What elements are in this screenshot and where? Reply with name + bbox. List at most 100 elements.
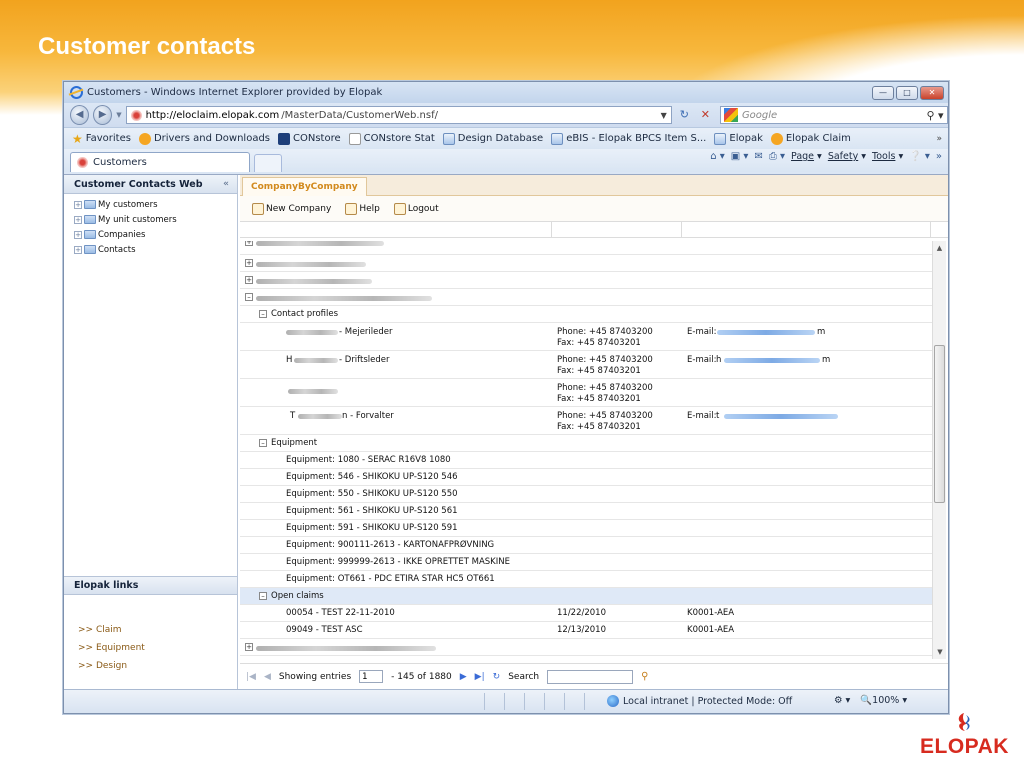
page-menu[interactable]: Page ▾ bbox=[791, 151, 822, 162]
fav-item-drivers[interactable]: Drivers and Downloads bbox=[138, 132, 270, 145]
collapse-icon[interactable]: – bbox=[259, 439, 267, 447]
fav-item-constore[interactable]: CONstore bbox=[278, 132, 341, 145]
company-row[interactable]: + bbox=[240, 241, 932, 255]
page-input[interactable] bbox=[359, 670, 384, 683]
history-dropdown-icon[interactable]: ▼ bbox=[116, 111, 121, 119]
maximize-button[interactable]: □ bbox=[896, 85, 918, 100]
equipment-row[interactable]: Equipment: 1080 - SERAC R16V8 1080 bbox=[240, 452, 932, 469]
scroll-down-icon[interactable]: ▼ bbox=[933, 645, 947, 659]
last-page-icon[interactable]: ▶| bbox=[475, 672, 485, 682]
close-button[interactable]: ✕ bbox=[920, 85, 944, 100]
fav-item-elopak[interactable]: Elopak bbox=[714, 132, 763, 145]
home-icon[interactable]: ⌂ ▾ bbox=[710, 151, 725, 162]
more-commands-icon[interactable]: » bbox=[936, 151, 942, 162]
contact-row[interactable]: H - Driftsleder Phone: +45 87403200 Fax:… bbox=[240, 351, 932, 379]
favorites-button[interactable]: ★ Favorites bbox=[72, 133, 131, 145]
tree-item-companies[interactable]: + Companies bbox=[74, 227, 237, 242]
more-favorites-icon[interactable]: » bbox=[936, 134, 948, 144]
grid-search-input[interactable] bbox=[547, 669, 634, 684]
collapse-icon[interactable]: – bbox=[259, 592, 267, 600]
url-path: /MasterData/CustomerWeb.nsf/ bbox=[281, 109, 438, 121]
protected-mode-icon[interactable]: ⚙ ▾ bbox=[834, 695, 850, 706]
prev-page-icon[interactable]: ◀ bbox=[264, 672, 271, 682]
tools-menu[interactable]: Tools ▾ bbox=[872, 151, 903, 162]
url-input[interactable]: http://eloclaim.elopak.com /MasterData/C… bbox=[125, 106, 672, 124]
ie-page-icon bbox=[442, 132, 455, 145]
action-toolbar: New Company Help Logout bbox=[240, 196, 948, 222]
stop-icon[interactable]: ✕ bbox=[697, 106, 714, 124]
help-button[interactable]: Help bbox=[345, 202, 380, 215]
new-company-button[interactable]: New Company bbox=[252, 202, 331, 215]
search-icon[interactable]: ⚲ ▾ bbox=[923, 109, 947, 122]
forward-button[interactable]: ▶ bbox=[93, 105, 113, 125]
link-design[interactable]: >> Design bbox=[78, 657, 145, 675]
equipment-group-row[interactable]: – Equipment bbox=[240, 435, 932, 452]
search-input[interactable]: Google ⚲ ▾ bbox=[719, 106, 949, 124]
next-page-icon[interactable]: ▶ bbox=[460, 672, 467, 682]
link-equipment[interactable]: >> Equipment bbox=[78, 639, 145, 657]
print-icon[interactable]: ⎙ ▾ bbox=[769, 151, 785, 162]
equipment-row[interactable]: Equipment: 550 - SHIKOKU UP-S120 550 bbox=[240, 486, 932, 503]
expand-icon[interactable]: + bbox=[74, 215, 82, 224]
claim-row[interactable]: 09049 - TEST ASC 12/13/2010 K0001-AEA bbox=[240, 622, 932, 639]
tree-item-my-customers[interactable]: + My customers bbox=[74, 197, 237, 212]
expand-icon[interactable]: + bbox=[245, 276, 253, 284]
expand-icon[interactable]: + bbox=[245, 241, 253, 246]
equipment-row[interactable]: Equipment: 900111-2613 - KARTONAFPRØVNIN… bbox=[240, 537, 932, 554]
minimize-button[interactable]: — bbox=[872, 85, 894, 100]
page-content: Customer Contacts Web « + My customers + M… bbox=[64, 174, 948, 690]
company-row-expanded[interactable]: – bbox=[240, 289, 932, 306]
contact-row[interactable]: Phone: +45 87403200 Fax: +45 87403201 bbox=[240, 379, 932, 407]
logout-button[interactable]: Logout bbox=[393, 202, 439, 215]
equipment-row[interactable]: Equipment: 561 - SHIKOKU UP-S120 561 bbox=[240, 503, 932, 520]
collapse-icon[interactable]: – bbox=[259, 310, 267, 318]
tab-company-by-company[interactable]: CompanyByCompany bbox=[242, 177, 367, 196]
collapse-sidebar-icon[interactable]: « bbox=[219, 178, 233, 190]
expand-icon[interactable]: + bbox=[245, 259, 253, 267]
company-row[interactable]: + bbox=[240, 255, 932, 272]
tree-item-contacts[interactable]: + Contacts bbox=[74, 242, 237, 257]
company-row[interactable]: + bbox=[240, 272, 932, 289]
equipment-row[interactable]: Equipment: 591 - SHIKOKU UP-S120 591 bbox=[240, 520, 932, 537]
expand-icon[interactable]: + bbox=[74, 245, 82, 254]
refresh-grid-icon[interactable]: ↻ bbox=[493, 672, 501, 682]
tree-item-my-unit-customers[interactable]: + My unit customers bbox=[74, 212, 237, 227]
equipment-row[interactable]: Equipment: OT661 - PDC ETIRA STAR HC5 OT… bbox=[240, 571, 932, 588]
document-icon bbox=[348, 132, 361, 145]
scroll-thumb[interactable] bbox=[934, 345, 945, 503]
elopak-logo: ELOPAK bbox=[920, 712, 1014, 762]
scroll-up-icon[interactable]: ▲ bbox=[933, 241, 946, 255]
feeds-icon[interactable]: ▣ ▾ bbox=[731, 151, 749, 162]
contact-profiles-row[interactable]: – Contact profiles bbox=[240, 306, 932, 323]
help-icon[interactable]: ❔ ▾ bbox=[909, 151, 930, 162]
expand-icon[interactable]: + bbox=[74, 230, 82, 239]
company-row[interactable]: + bbox=[240, 639, 932, 656]
tab-customers[interactable]: Customers bbox=[70, 152, 250, 172]
expand-icon[interactable]: + bbox=[74, 200, 82, 209]
zoom-control[interactable]: 🔍100% ▾ bbox=[860, 695, 907, 706]
collapse-icon[interactable]: – bbox=[245, 293, 253, 301]
back-button[interactable]: ◀ bbox=[70, 105, 90, 125]
contact-row[interactable]: T n - Forvalter Phone: +45 87403200 Fax:… bbox=[240, 407, 932, 435]
mail-icon[interactable]: ✉ bbox=[754, 151, 762, 162]
open-claims-group-row[interactable]: – Open claims bbox=[240, 588, 932, 605]
fav-item-constore-stat[interactable]: CONstore Stat bbox=[348, 132, 435, 145]
contact-row[interactable]: - Mejerileder Phone: +45 87403200 Fax: +… bbox=[240, 323, 932, 351]
equipment-row[interactable]: Equipment: 546 - SHIKOKU UP-S120 546 bbox=[240, 469, 932, 486]
url-dropdown-icon[interactable]: ▼ bbox=[657, 111, 671, 120]
expand-icon[interactable]: + bbox=[245, 643, 253, 651]
globe-icon bbox=[607, 695, 619, 707]
fav-item-elopak-claim[interactable]: Elopak Claim bbox=[770, 132, 851, 145]
refresh-icon[interactable]: ↻ bbox=[676, 106, 693, 124]
new-tab-button[interactable] bbox=[254, 154, 282, 172]
search-icon[interactable]: ⚲ bbox=[641, 671, 648, 682]
equipment-row[interactable]: Equipment: 999999-2613 - IKKE OPRETTET M… bbox=[240, 554, 932, 571]
claim-row[interactable]: 00054 - TEST 22-11-2010 11/22/2010 K0001… bbox=[240, 605, 932, 622]
safety-menu[interactable]: Safety ▾ bbox=[828, 151, 866, 162]
fav-item-design-database[interactable]: Design Database bbox=[442, 132, 543, 145]
grid-scrollbar[interactable]: ▲ ▼ bbox=[932, 241, 946, 659]
security-zone[interactable]: Local intranet | Protected Mode: Off bbox=[607, 695, 792, 707]
fav-item-ebis[interactable]: eBIS - Elopak BPCS Item S... bbox=[551, 132, 706, 145]
first-page-icon[interactable]: |◀ bbox=[246, 672, 256, 682]
link-claim[interactable]: >> Claim bbox=[78, 621, 145, 639]
